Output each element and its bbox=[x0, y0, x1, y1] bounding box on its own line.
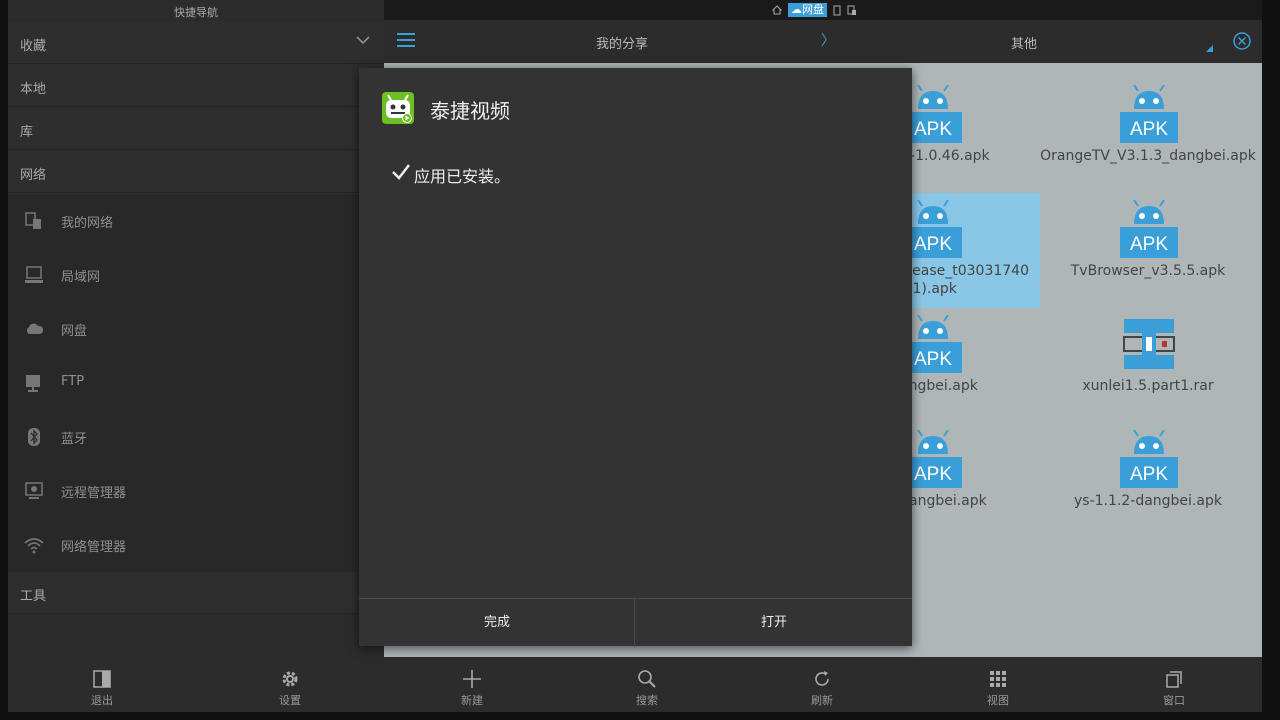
section-tools[interactable]: 工具 bbox=[8, 572, 384, 614]
apk-icon-text: APK bbox=[1130, 464, 1168, 485]
section-favorites[interactable]: 收藏 bbox=[8, 22, 384, 64]
menu-icon[interactable] bbox=[397, 32, 415, 48]
lan-icon bbox=[25, 266, 43, 283]
section-local[interactable]: 本地 bbox=[8, 65, 384, 107]
file-item[interactable]: xunlei1.5.part1.rar bbox=[1040, 308, 1256, 423]
nav-item-label: 蓝牙 bbox=[61, 432, 88, 447]
file-name: OrangeTV_V3.1.3_dangbei.apk bbox=[1040, 148, 1256, 164]
main-toolbar: 新建 搜索 刷新 视图 窗口 bbox=[384, 657, 1262, 712]
app-icon bbox=[382, 92, 414, 124]
apk-icon: APK bbox=[904, 200, 962, 258]
dialog-button-bar: 完成 打开 bbox=[359, 598, 912, 647]
exit-button[interactable]: 退出 bbox=[62, 657, 142, 712]
ftp-icon bbox=[26, 375, 40, 392]
tab-my-share[interactable]: 我的分享 bbox=[596, 33, 648, 52]
settings-label: 设置 bbox=[279, 694, 301, 707]
section-label: 本地 bbox=[20, 82, 47, 97]
nav-item-network-manager[interactable]: 网络管理器 bbox=[8, 518, 384, 572]
gear-icon bbox=[282, 671, 298, 687]
apk-icon: APK bbox=[904, 315, 962, 373]
section-label: 收藏 bbox=[20, 39, 47, 54]
apk-icon-text: APK bbox=[914, 464, 952, 485]
nav-item-label: 远程管理器 bbox=[61, 486, 127, 501]
nav-item-label: 局域网 bbox=[61, 270, 101, 285]
apk-icon: APK bbox=[904, 430, 962, 488]
apk-icon: APK bbox=[1120, 200, 1178, 258]
section-label: 库 bbox=[20, 125, 34, 140]
section-label: 网络 bbox=[20, 168, 47, 183]
chevron-down-icon bbox=[356, 36, 370, 45]
window-icon bbox=[1166, 671, 1182, 688]
refresh-button[interactable]: 刷新 bbox=[782, 657, 862, 712]
dialog-title: 泰捷视频 bbox=[430, 99, 510, 123]
done-button[interactable]: 完成 bbox=[359, 599, 635, 647]
refresh-icon bbox=[815, 671, 829, 686]
section-label: 工具 bbox=[20, 589, 47, 604]
exit-label: 退出 bbox=[91, 694, 113, 707]
wifi-icon bbox=[24, 538, 44, 554]
apk-icon-text: APK bbox=[914, 234, 952, 255]
exit-icon bbox=[93, 670, 111, 688]
apk-icon-text: APK bbox=[914, 349, 952, 370]
dialog-message: 应用已安装。 bbox=[414, 167, 511, 186]
nav-item-label: 网络管理器 bbox=[61, 540, 127, 555]
plus-icon bbox=[463, 670, 481, 688]
file-item[interactable]: APK ys-1.1.2-dangbei.apk bbox=[1040, 423, 1256, 538]
search-label: 搜索 bbox=[636, 694, 658, 707]
network-items: 我的网络 局域网 网盘 FTP 蓝牙 远程管理器 网络管理器 bbox=[8, 194, 384, 572]
nav-item-label: 我的网络 bbox=[61, 216, 114, 231]
file-item[interactable]: APK TvBrowser_v3.5.5.apk bbox=[1040, 193, 1256, 308]
tab-corner-indicator bbox=[1206, 45, 1213, 52]
drawer-title: 快捷导航 bbox=[174, 6, 218, 19]
apk-icon-text: APK bbox=[1130, 234, 1168, 255]
archive-icon bbox=[1123, 319, 1175, 369]
new-label: 新建 bbox=[461, 694, 483, 707]
apk-icon: APK bbox=[1120, 430, 1178, 488]
file-name: TvBrowser_v3.5.5.apk bbox=[1070, 263, 1226, 279]
apk-icon: APK bbox=[904, 85, 962, 143]
nav-item-my-network[interactable]: 我的网络 bbox=[8, 194, 384, 248]
nav-item-label: 网盘 bbox=[61, 324, 88, 339]
nav-item-lan[interactable]: 局域网 bbox=[8, 248, 384, 302]
view-button[interactable]: 视图 bbox=[958, 657, 1038, 712]
close-icon[interactable] bbox=[1232, 31, 1252, 51]
remote-manager-icon bbox=[25, 482, 43, 499]
file-name: xunlei1.5.part1.rar bbox=[1082, 378, 1214, 394]
apk-icon: APK bbox=[1120, 85, 1178, 143]
divider bbox=[634, 599, 635, 647]
refresh-label: 刷新 bbox=[811, 694, 833, 707]
my-network-icon bbox=[25, 212, 41, 229]
file-item[interactable]: APK OrangeTV_V3.1.3_dangbei.apk bbox=[1040, 78, 1256, 193]
tab-separator: 〉 bbox=[821, 33, 835, 49]
grid-view-icon bbox=[990, 671, 1006, 687]
checkmark-icon bbox=[392, 164, 410, 180]
install-complete-dialog: 泰捷视频 应用已安装。 完成 打开 bbox=[359, 68, 912, 647]
settings-button[interactable]: 设置 bbox=[250, 657, 330, 712]
nav-item-cloud[interactable]: 网盘 bbox=[8, 302, 384, 356]
apk-icon-text: APK bbox=[1130, 119, 1168, 140]
tab-other[interactable]: 其他 bbox=[1011, 33, 1037, 52]
section-network[interactable]: 网络 bbox=[8, 151, 384, 193]
file-name: ys-1.1.2-dangbei.apk bbox=[1074, 493, 1222, 509]
section-library[interactable]: 库 bbox=[8, 108, 384, 150]
window-button[interactable]: 窗口 bbox=[1134, 657, 1214, 712]
open-button[interactable]: 打开 bbox=[636, 599, 912, 647]
navigation-drawer: 快捷导航 收藏 本地 库 网络 我的网络 局域网 网盘 FTP 蓝牙 远程管理器… bbox=[8, 0, 384, 712]
drawer-toolbar: 退出 设置 bbox=[8, 657, 384, 712]
nav-item-ftp[interactable]: FTP bbox=[8, 356, 384, 410]
view-label: 视图 bbox=[987, 694, 1009, 707]
bluetooth-icon bbox=[28, 428, 40, 446]
apk-icon-text: APK bbox=[914, 119, 952, 140]
nav-item-label: FTP bbox=[61, 374, 85, 389]
window-label: 窗口 bbox=[1163, 694, 1185, 707]
nav-item-remote-manager[interactable]: 远程管理器 bbox=[8, 464, 384, 518]
cloud-icon bbox=[26, 323, 44, 334]
nav-item-bluetooth[interactable]: 蓝牙 bbox=[8, 410, 384, 464]
new-button[interactable]: 新建 bbox=[432, 657, 512, 712]
tab-bar: 我的分享 〉 其他 bbox=[384, 20, 1262, 63]
search-button[interactable]: 搜索 bbox=[607, 657, 687, 712]
search-icon bbox=[638, 670, 656, 688]
